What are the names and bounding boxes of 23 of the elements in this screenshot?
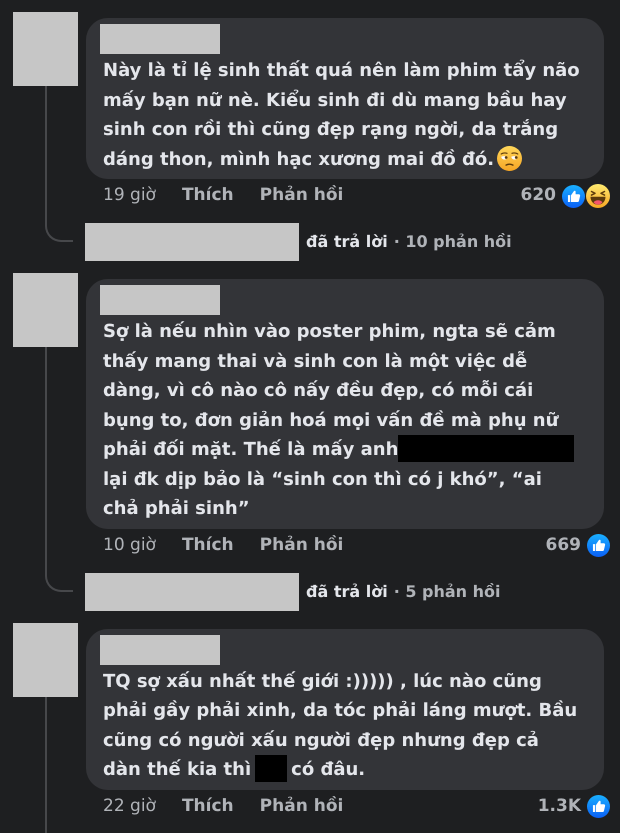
view-replies-button[interactable]: đã trả lời · 10 phản hồi [306, 230, 512, 254]
reactions-button[interactable]: 1.3K [538, 794, 610, 820]
view-replies-button[interactable]: đã trả lời · 5 phản hồi [306, 580, 501, 604]
comment-text: dáng thon, mình hạc xương mai đồ đó. [103, 148, 494, 170]
comment-text: lại đk dịp bảo là “sinh con thì có j khó”, “ai chả phải sinh” [103, 468, 542, 519]
reactions-button[interactable]: 620 [520, 183, 610, 209]
timestamp: 10 giờ [103, 534, 156, 557]
timestamp: 22 giờ [103, 794, 156, 818]
like-button[interactable]: Thích [182, 532, 234, 558]
reply-button[interactable]: Phản hồi [260, 794, 344, 820]
reply-button[interactable]: Phản hồi [260, 183, 344, 209]
comment-text: có đâu. [291, 759, 366, 780]
like-icon [587, 795, 610, 818]
reactions-button[interactable]: 669 [546, 532, 610, 558]
comment-text: dàn thế kia thì [103, 759, 252, 780]
like-button[interactable]: Thích [182, 183, 234, 209]
timestamp: 19 giờ [103, 184, 156, 208]
unamused-face-icon [497, 146, 522, 170]
like-icon [562, 184, 585, 208]
like-icon [587, 534, 610, 557]
reply-button[interactable]: Phản hồi [260, 532, 344, 558]
like-button[interactable]: Thích [182, 794, 234, 820]
laughing-face-icon [586, 184, 610, 208]
